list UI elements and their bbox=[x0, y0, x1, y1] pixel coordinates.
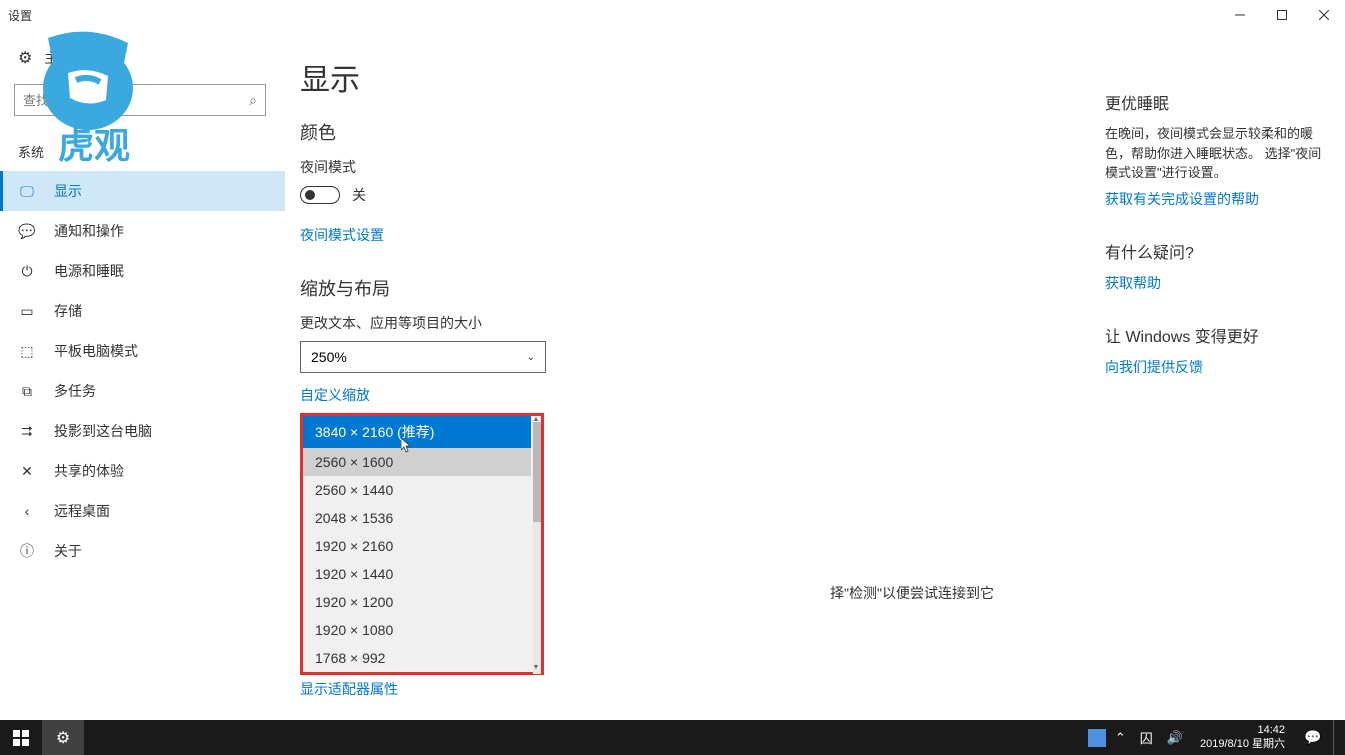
night-mode-label: 夜间模式 bbox=[300, 157, 1105, 177]
minimize-button[interactable] bbox=[1219, 0, 1261, 30]
ime-icon[interactable]: 囚 bbox=[1135, 728, 1158, 747]
main-content: 显示 颜色 夜间模式 关 夜间模式设置 缩放与布局 更改文本、应用等项目的大小 … bbox=[285, 30, 1105, 720]
nav-power[interactable]: ⏻ 电源和睡眠 bbox=[0, 251, 285, 291]
home-label: 主页 bbox=[44, 48, 72, 68]
resolution-option[interactable]: 3840 × 2160 (推荐) bbox=[303, 416, 531, 448]
power-icon: ⏻ bbox=[18, 262, 36, 280]
notification-icon: 💬 bbox=[18, 222, 36, 240]
title-bar: 设置 bbox=[0, 0, 1345, 30]
nav-label: 显示 bbox=[54, 181, 82, 201]
color-section-title: 颜色 bbox=[300, 119, 1105, 145]
nav-label: 投影到这台电脑 bbox=[54, 421, 152, 441]
scrollbar-track[interactable] bbox=[533, 422, 541, 674]
custom-scaling-link[interactable]: 自定义缩放 bbox=[300, 385, 370, 405]
storage-icon: ▭ bbox=[18, 302, 36, 320]
taskbar: ⚙ ⌃ 囚 🔊 14:42 2019/8/10 星期六 💬 bbox=[0, 720, 1345, 755]
window-controls bbox=[1219, 0, 1345, 30]
monitor-icon: 🖵 bbox=[18, 182, 36, 200]
project-icon: ⮆ bbox=[18, 422, 36, 440]
detect-hint-text: 择"检测"以便尝试连接到它 bbox=[830, 583, 994, 603]
better-title: 让 Windows 变得更好 bbox=[1105, 323, 1325, 347]
maximize-button[interactable] bbox=[1261, 0, 1303, 30]
resolution-option[interactable]: 2560 × 1600 bbox=[303, 448, 531, 476]
sleep-help-text: 在晚间，夜间模式会显示较柔和的暖色，帮助你进入睡眠状态。 选择"夜间模式设置"进… bbox=[1105, 124, 1325, 183]
resolution-option[interactable]: 2560 × 1440 bbox=[303, 476, 531, 504]
question-title: 有什么疑问? bbox=[1105, 239, 1325, 263]
nav-label: 共享的体验 bbox=[54, 461, 124, 481]
search-field[interactable] bbox=[23, 93, 249, 108]
sleep-help-link[interactable]: 获取有关完成设置的帮助 bbox=[1105, 189, 1325, 209]
nav-about[interactable]: ⓘ 关于 bbox=[0, 531, 285, 571]
night-mode-toggle[interactable] bbox=[300, 186, 340, 204]
show-desktop-button[interactable] bbox=[1333, 720, 1339, 755]
night-mode-settings-link[interactable]: 夜间模式设置 bbox=[300, 225, 384, 245]
nav-label: 关于 bbox=[54, 541, 82, 561]
close-button[interactable] bbox=[1303, 0, 1345, 30]
sidebar: ⚙ 主页 ⌕ 系统 🖵 显示 💬 通知和操作 ⏻ 电源和睡眠 ▭ 存储 ⬚ 平板… bbox=[0, 30, 285, 720]
search-input[interactable]: ⌕ bbox=[14, 84, 266, 116]
taskbar-clock[interactable]: 14:42 2019/8/10 星期六 bbox=[1192, 724, 1293, 752]
nav-remote[interactable]: ‹ 远程桌面 bbox=[0, 491, 285, 531]
multitask-icon: ⧉ bbox=[18, 382, 36, 400]
nav-shared[interactable]: ✕ 共享的体验 bbox=[0, 451, 285, 491]
resolution-option[interactable]: 1768 × 992 bbox=[303, 644, 531, 672]
tray-app-icon[interactable] bbox=[1088, 729, 1106, 747]
clock-date: 2019/8/10 星期六 bbox=[1200, 738, 1285, 752]
nav-display[interactable]: 🖵 显示 bbox=[0, 171, 285, 211]
nav-label: 电源和睡眠 bbox=[54, 261, 124, 281]
resolution-option[interactable]: 2048 × 1536 bbox=[303, 504, 531, 532]
action-center-icon[interactable]: 💬 bbox=[1297, 729, 1329, 746]
tablet-icon: ⬚ bbox=[18, 342, 36, 360]
chevron-down-icon: ⌄ bbox=[527, 352, 535, 363]
toggle-state: 关 bbox=[352, 185, 366, 205]
resolution-option[interactable]: 1920 × 1440 bbox=[303, 560, 531, 588]
clock-time: 14:42 bbox=[1200, 724, 1285, 738]
nav-multitask[interactable]: ⧉ 多任务 bbox=[0, 371, 285, 411]
window-title: 设置 bbox=[8, 7, 32, 24]
remote-icon: ‹ bbox=[18, 502, 36, 520]
gear-icon: ⚙ bbox=[18, 48, 32, 68]
scale-dropdown[interactable]: 250% ⌄ bbox=[300, 341, 546, 373]
system-tray: ⌃ 囚 🔊 14:42 2019/8/10 星期六 💬 bbox=[1088, 720, 1345, 755]
nav-label: 多任务 bbox=[54, 381, 96, 401]
adapter-properties-link[interactable]: 显示适配器属性 bbox=[300, 679, 398, 699]
nav-project[interactable]: ⮆ 投影到这台电脑 bbox=[0, 411, 285, 451]
nav-label: 平板电脑模式 bbox=[54, 341, 138, 361]
resolution-option[interactable]: 1920 × 2160 bbox=[303, 532, 531, 560]
scroll-down-arrow[interactable]: ▼ bbox=[531, 664, 541, 672]
page-title: 显示 bbox=[300, 55, 1105, 99]
shared-icon: ✕ bbox=[18, 462, 36, 480]
scrollbar-thumb[interactable] bbox=[533, 422, 541, 522]
get-help-link[interactable]: 获取帮助 bbox=[1105, 273, 1325, 293]
resolution-option[interactable]: 1920 × 1200 bbox=[303, 588, 531, 616]
home-button[interactable]: ⚙ 主页 bbox=[0, 40, 285, 76]
sleep-help-title: 更优睡眠 bbox=[1105, 90, 1325, 114]
nav-tablet[interactable]: ⬚ 平板电脑模式 bbox=[0, 331, 285, 371]
resolution-option[interactable]: 1920 × 1080 bbox=[303, 616, 531, 644]
feedback-link[interactable]: 向我们提供反馈 bbox=[1105, 357, 1325, 377]
info-icon: ⓘ bbox=[18, 542, 36, 560]
scale-label: 更改文本、应用等项目的大小 bbox=[300, 313, 1105, 333]
nav-storage[interactable]: ▭ 存储 bbox=[0, 291, 285, 331]
nav-notifications[interactable]: 💬 通知和操作 bbox=[0, 211, 285, 251]
scale-section-title: 缩放与布局 bbox=[300, 275, 1105, 301]
start-button[interactable] bbox=[0, 720, 42, 755]
tray-chevron-up-icon[interactable]: ⌃ bbox=[1110, 730, 1131, 746]
search-icon: ⌕ bbox=[249, 92, 257, 109]
taskbar-settings[interactable]: ⚙ bbox=[42, 720, 84, 755]
right-panel: 更优睡眠 在晚间，夜间模式会显示较柔和的暖色，帮助你进入睡眠状态。 选择"夜间模… bbox=[1105, 30, 1345, 720]
nav-label: 远程桌面 bbox=[54, 501, 110, 521]
nav-label: 通知和操作 bbox=[54, 221, 124, 241]
volume-icon[interactable]: 🔊 bbox=[1162, 730, 1188, 746]
resolution-dropdown-open: ▲ 3840 × 2160 (推荐) 2560 × 1600 2560 × 14… bbox=[300, 413, 544, 675]
nav-label: 存储 bbox=[54, 301, 82, 321]
scale-value: 250% bbox=[311, 349, 347, 365]
category-label: 系统 bbox=[0, 124, 285, 171]
